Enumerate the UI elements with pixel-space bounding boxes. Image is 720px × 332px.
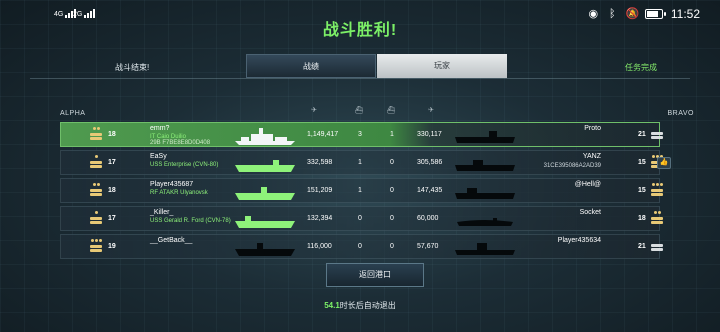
player-level: 19 bbox=[108, 243, 116, 250]
assists-value: 0 bbox=[390, 187, 394, 194]
player-ship: USS Gerald R. Ford (CVN-78) bbox=[150, 218, 231, 224]
ship-silhouette-icon bbox=[235, 216, 295, 228]
player-ship: IT Caio Duilio 29B F7BE8E8D0D408 bbox=[150, 134, 211, 146]
damage-value: 151,209 bbox=[307, 187, 333, 194]
damage-value: 332,598 bbox=[307, 159, 333, 166]
assists-value: 1 bbox=[390, 131, 394, 138]
assists-icon: ⛴ bbox=[386, 107, 396, 114]
points-value: 147,435 bbox=[417, 187, 443, 194]
damage-value: 132,394 bbox=[307, 215, 333, 222]
enemy-id: 31CE395086A2AD39 bbox=[543, 163, 601, 169]
assists-value: 0 bbox=[390, 159, 394, 166]
score-row[interactable]: 17 _Killer_ USS Gerald R. Ford (CVN-78) … bbox=[60, 206, 663, 231]
player-name: __GetBack__ bbox=[150, 237, 193, 244]
ship-silhouette-icon bbox=[235, 128, 295, 145]
ship-silhouette-icon bbox=[235, 160, 295, 172]
player-name: Player435687 bbox=[150, 181, 194, 188]
damage-value: 1,149,417 bbox=[307, 131, 339, 138]
damage-icon: ✈ bbox=[311, 107, 317, 114]
countdown-seconds: 54.1 bbox=[324, 301, 340, 310]
player-name: EaSy bbox=[150, 153, 167, 160]
score-row[interactable]: 19 __GetBack__ 116,000 0 0 57,670 Player… bbox=[60, 234, 663, 259]
scoreboard: 18 emm? IT Caio Duilio 29B F7BE8E8D0D408 … bbox=[60, 122, 671, 262]
enemy-level: 15 bbox=[638, 187, 646, 194]
damage-value: 116,000 bbox=[307, 243, 332, 250]
player-name: _Killer_ bbox=[150, 209, 174, 216]
kills-value: 3 bbox=[358, 131, 362, 138]
player-name: emm? bbox=[150, 125, 170, 132]
rank-insignia-icon bbox=[650, 239, 664, 253]
team-bravo-label: BRAVO bbox=[667, 110, 694, 117]
rank-insignia-icon bbox=[650, 183, 664, 197]
rank-insignia-icon bbox=[650, 211, 664, 225]
player-level: 18 bbox=[108, 131, 116, 138]
enemy-level: 15 bbox=[638, 159, 646, 166]
player-level: 18 bbox=[108, 187, 116, 194]
countdown-text: 时长后自动退出 bbox=[339, 301, 396, 310]
score-row[interactable]: 17 EaSy USS Enterprise (CVN-80) 332,598 … bbox=[60, 150, 671, 175]
points-value: 305,586 bbox=[417, 159, 443, 166]
assists-value: 0 bbox=[390, 215, 394, 222]
points-value: 60,000 bbox=[417, 215, 439, 222]
kills-value: 1 bbox=[358, 187, 362, 194]
thumbs-up-icon[interactable]: 👍 bbox=[657, 157, 671, 169]
rank-insignia-icon bbox=[89, 155, 103, 169]
enemy-level: 21 bbox=[638, 243, 646, 250]
ship-silhouette-icon bbox=[455, 160, 515, 171]
enemy-name: Socket bbox=[579, 209, 601, 216]
player-ship: RF ATAKR Ulyanovsk bbox=[150, 190, 208, 196]
enemy-name: @Hell@ bbox=[574, 181, 601, 188]
tab-players[interactable]: 玩家 bbox=[377, 54, 507, 78]
rank-insignia-icon bbox=[89, 127, 103, 141]
kills-value: 1 bbox=[358, 159, 362, 166]
page-title: 战斗胜利! bbox=[322, 22, 398, 39]
rank-insignia-icon bbox=[89, 183, 103, 197]
enemy-name: Player435634 bbox=[557, 237, 601, 244]
tab-stats[interactable]: 战绩 bbox=[246, 54, 376, 78]
points-value: 330,117 bbox=[417, 131, 442, 138]
return-to-port-button[interactable]: 返回港口 bbox=[326, 263, 424, 287]
battle-end-label: 战斗结束! bbox=[115, 63, 150, 72]
player-level: 17 bbox=[108, 215, 116, 222]
enemy-level: 21 bbox=[638, 131, 646, 138]
rank-insignia-icon bbox=[89, 239, 103, 253]
ship-silhouette-icon bbox=[455, 131, 515, 143]
rank-insignia-icon bbox=[650, 127, 664, 141]
ship-silhouette-icon bbox=[235, 187, 295, 200]
ship-silhouette-icon bbox=[455, 188, 515, 199]
score-row[interactable]: 18 emm? IT Caio Duilio 29B F7BE8E8D0D408 … bbox=[60, 122, 663, 147]
rank-insignia-icon bbox=[89, 211, 103, 225]
ship-silhouette-icon bbox=[455, 243, 515, 255]
enemy-name: YANZ bbox=[582, 153, 601, 160]
player-level: 17 bbox=[108, 159, 116, 166]
mission-complete-label[interactable]: 任务完成 bbox=[625, 62, 657, 73]
points-icon: ✈ bbox=[428, 107, 434, 114]
points-value: 57,670 bbox=[417, 243, 439, 250]
assists-value: 0 bbox=[390, 243, 394, 250]
score-row[interactable]: 18 Player435687 RF ATAKR Ulyanovsk 151,2… bbox=[60, 178, 663, 203]
kills-value: 0 bbox=[358, 243, 362, 250]
kills-icon: ⛴ bbox=[354, 107, 364, 114]
team-alpha-label: ALPHA bbox=[60, 110, 86, 117]
kills-value: 0 bbox=[358, 215, 362, 222]
ship-silhouette-icon bbox=[457, 218, 513, 226]
top-nav: 战斗结束! 战绩 玩家 任务完成 bbox=[30, 54, 690, 79]
enemy-level: 18 bbox=[638, 215, 646, 222]
player-ship: USS Enterprise (CVN-80) bbox=[150, 162, 219, 168]
ship-silhouette-icon bbox=[235, 243, 295, 256]
enemy-name: Proto bbox=[584, 125, 601, 132]
auto-exit-countdown: 54.1时长后自动退出 bbox=[0, 300, 720, 311]
